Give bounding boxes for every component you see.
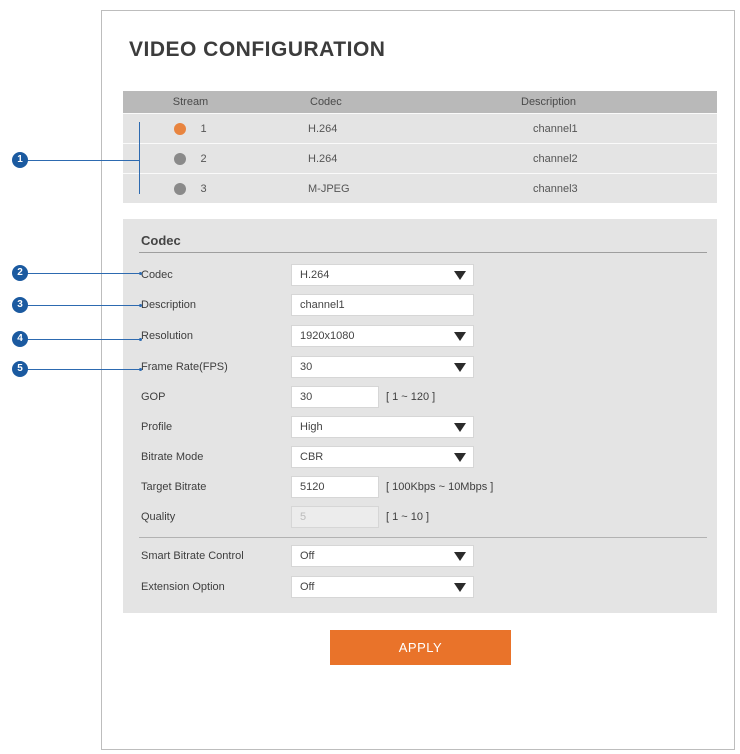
stream-codec: H.264 (308, 152, 338, 165)
gop-row: GOP 30 [ 1 ~ 120 ] (123, 384, 717, 410)
caret-down-icon (454, 583, 466, 592)
target-bitrate-input[interactable]: 5120 (291, 476, 379, 498)
quality-label: Quality (141, 511, 176, 523)
caret-down-icon (454, 453, 466, 462)
stream-radio-1[interactable] (174, 122, 187, 135)
callout-leader-dot (139, 304, 142, 307)
resolution-label: Resolution (141, 330, 193, 342)
callout-leader-dot (139, 368, 142, 371)
callout-leader-dot (139, 272, 142, 275)
callout-marker-3: 3 (12, 297, 28, 313)
stream-codec: M-JPEG (308, 182, 350, 195)
callout-leader (24, 369, 140, 370)
stream-number: 2 (200, 152, 207, 165)
resolution-select[interactable]: 1920x1080 (291, 325, 474, 347)
stream-number: 3 (200, 182, 207, 195)
gop-value: 30 (300, 391, 313, 403)
callout-leader (24, 273, 140, 274)
target-bitrate-row: Target Bitrate 5120 [ 100Kbps ~ 10Mbps ] (123, 474, 717, 500)
frame-rate-label: Frame Rate(FPS) (141, 361, 228, 373)
gop-range: [ 1 ~ 120 ] (386, 391, 436, 403)
extension-option-row: Extension Option Off (123, 574, 717, 600)
bitrate-mode-row: Bitrate Mode CBR (123, 444, 717, 470)
panel-title: Codec (141, 233, 181, 248)
table-row[interactable]: 1 H.264 channel1 (123, 113, 717, 143)
quality-range: [ 1 ~ 10 ] (386, 511, 430, 523)
quality-input: 5 (291, 506, 379, 528)
stream-table: Stream Codec Description 1 H.264 channel… (123, 91, 717, 203)
codec-select[interactable]: H.264 (291, 264, 474, 286)
bitrate-mode-value: CBR (300, 451, 324, 463)
header-stream: Stream (172, 96, 209, 108)
smart-bitrate-select[interactable]: Off (291, 545, 474, 567)
codec-settings-panel: Codec Codec H.264 Description channel1 R… (123, 219, 717, 613)
smart-bitrate-row: Smart Bitrate Control Off (123, 543, 717, 569)
extension-option-label: Extension Option (141, 581, 225, 593)
codec-row: Codec H.264 (123, 262, 717, 288)
panel-divider (139, 537, 707, 538)
quality-row: Quality 5 [ 1 ~ 10 ] (123, 504, 717, 530)
stream-radio-3[interactable] (174, 182, 187, 195)
stream-table-header: Stream Codec Description (123, 91, 717, 113)
bitrate-mode-label: Bitrate Mode (141, 451, 204, 463)
gop-input[interactable]: 30 (291, 386, 379, 408)
callout-leader (24, 160, 139, 161)
smart-bitrate-value: Off (300, 550, 315, 562)
callout-leader (24, 305, 140, 306)
callout-marker-5: 5 (12, 361, 28, 377)
target-bitrate-range: [ 100Kbps ~ 10Mbps ] (386, 481, 494, 493)
profile-value: High (300, 421, 323, 433)
table-row[interactable]: 2 H.264 channel2 (123, 143, 717, 173)
stream-codec: H.264 (308, 122, 338, 135)
caret-down-icon (454, 423, 466, 432)
profile-row: Profile High (123, 414, 717, 440)
gop-label: GOP (141, 391, 166, 403)
callout-leader-dot (139, 338, 142, 341)
profile-select[interactable]: High (291, 416, 474, 438)
stream-radio-2[interactable] (174, 152, 187, 165)
stream-description: channel3 (533, 182, 578, 195)
smart-bitrate-label: Smart Bitrate Control (141, 550, 244, 562)
target-bitrate-value: 5120 (300, 481, 325, 493)
callout-marker-2: 2 (12, 265, 28, 281)
header-description: Description (521, 96, 577, 108)
extension-option-select[interactable]: Off (291, 576, 474, 598)
description-label: Description (141, 299, 197, 311)
apply-button[interactable]: APPLY (330, 630, 511, 665)
bitrate-mode-select[interactable]: CBR (291, 446, 474, 468)
profile-label: Profile (141, 421, 173, 433)
resolution-row: Resolution 1920x1080 (123, 323, 717, 349)
callout-bracket (139, 122, 140, 194)
codec-label: Codec (141, 269, 173, 281)
frame-rate-value: 30 (300, 361, 313, 373)
frame-rate-select[interactable]: 30 (291, 356, 474, 378)
description-input[interactable]: channel1 (291, 294, 474, 316)
callout-marker-1: 1 (12, 152, 28, 168)
frame-rate-row: Frame Rate(FPS) 30 (123, 354, 717, 380)
target-bitrate-label: Target Bitrate (141, 481, 207, 493)
caret-down-icon (454, 552, 466, 561)
stream-description: channel1 (533, 122, 578, 135)
caret-down-icon (454, 363, 466, 372)
extension-option-value: Off (300, 581, 315, 593)
callout-leader (24, 339, 140, 340)
stream-number: 1 (200, 122, 207, 135)
table-row[interactable]: 3 M-JPEG channel3 (123, 173, 717, 203)
caret-down-icon (454, 332, 466, 341)
panel-divider (139, 252, 707, 253)
resolution-value: 1920x1080 (300, 330, 355, 342)
callout-marker-4: 4 (12, 331, 28, 347)
description-row: Description channel1 (123, 292, 717, 318)
page-title: VIDEO CONFIGURATION (129, 38, 386, 61)
caret-down-icon (454, 271, 466, 280)
quality-value: 5 (300, 511, 307, 523)
header-codec: Codec (310, 96, 342, 108)
codec-value: H.264 (300, 269, 330, 281)
description-value: channel1 (300, 299, 345, 311)
stream-description: channel2 (533, 152, 578, 165)
